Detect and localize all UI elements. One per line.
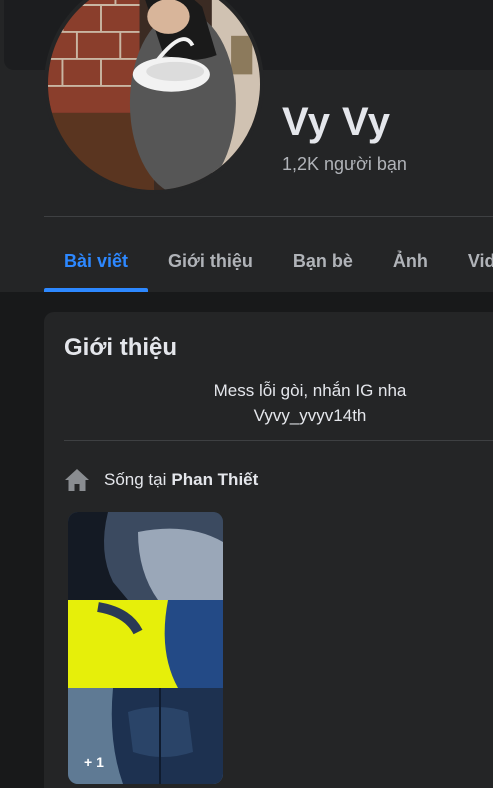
lives-in-label: Sống tại <box>104 470 167 489</box>
intro-card: Giới thiệu Mess lỗi gòi, nhắn IG nha Vyv… <box>44 312 493 788</box>
tab-videos[interactable]: Video <box>448 230 493 292</box>
profile-avatar[interactable] <box>44 0 264 194</box>
bio-line: Vyvy_yvyv14th <box>253 406 367 425</box>
lives-in-row: Sống tại Phan Thiết <box>64 468 258 492</box>
tab-friends[interactable]: Bạn bè <box>273 230 373 292</box>
tab-photos[interactable]: Ảnh <box>373 230 448 292</box>
profile-name: Vy Vy <box>282 100 391 144</box>
home-icon <box>65 469 89 491</box>
tab-about[interactable]: Giới thiệu <box>148 230 273 292</box>
featured-collection[interactable]: + 1 <box>68 512 223 784</box>
intro-divider <box>64 440 493 441</box>
lives-in-place[interactable]: Phan Thiết <box>171 470 258 490</box>
intro-bio: Mess lỗi gòi, nhắn IG nha Vyvy_yvyv14th <box>64 378 493 428</box>
friends-count[interactable]: 1,2K người bạn <box>282 154 407 175</box>
intro-title: Giới thiệu <box>64 334 178 361</box>
profile-tabs: Bài viết Giới thiệu Bạn bè Ảnh Video <box>44 230 493 292</box>
header-divider <box>44 216 493 217</box>
featured-more-count: + 1 <box>84 754 104 770</box>
tab-posts[interactable]: Bài viết <box>44 230 149 292</box>
profile-header: Vy Vy 1,2K người bạn Bài viết Giới thiệu… <box>0 0 493 292</box>
bio-line: Mess lỗi gòi, nhắn IG nha <box>213 381 407 400</box>
